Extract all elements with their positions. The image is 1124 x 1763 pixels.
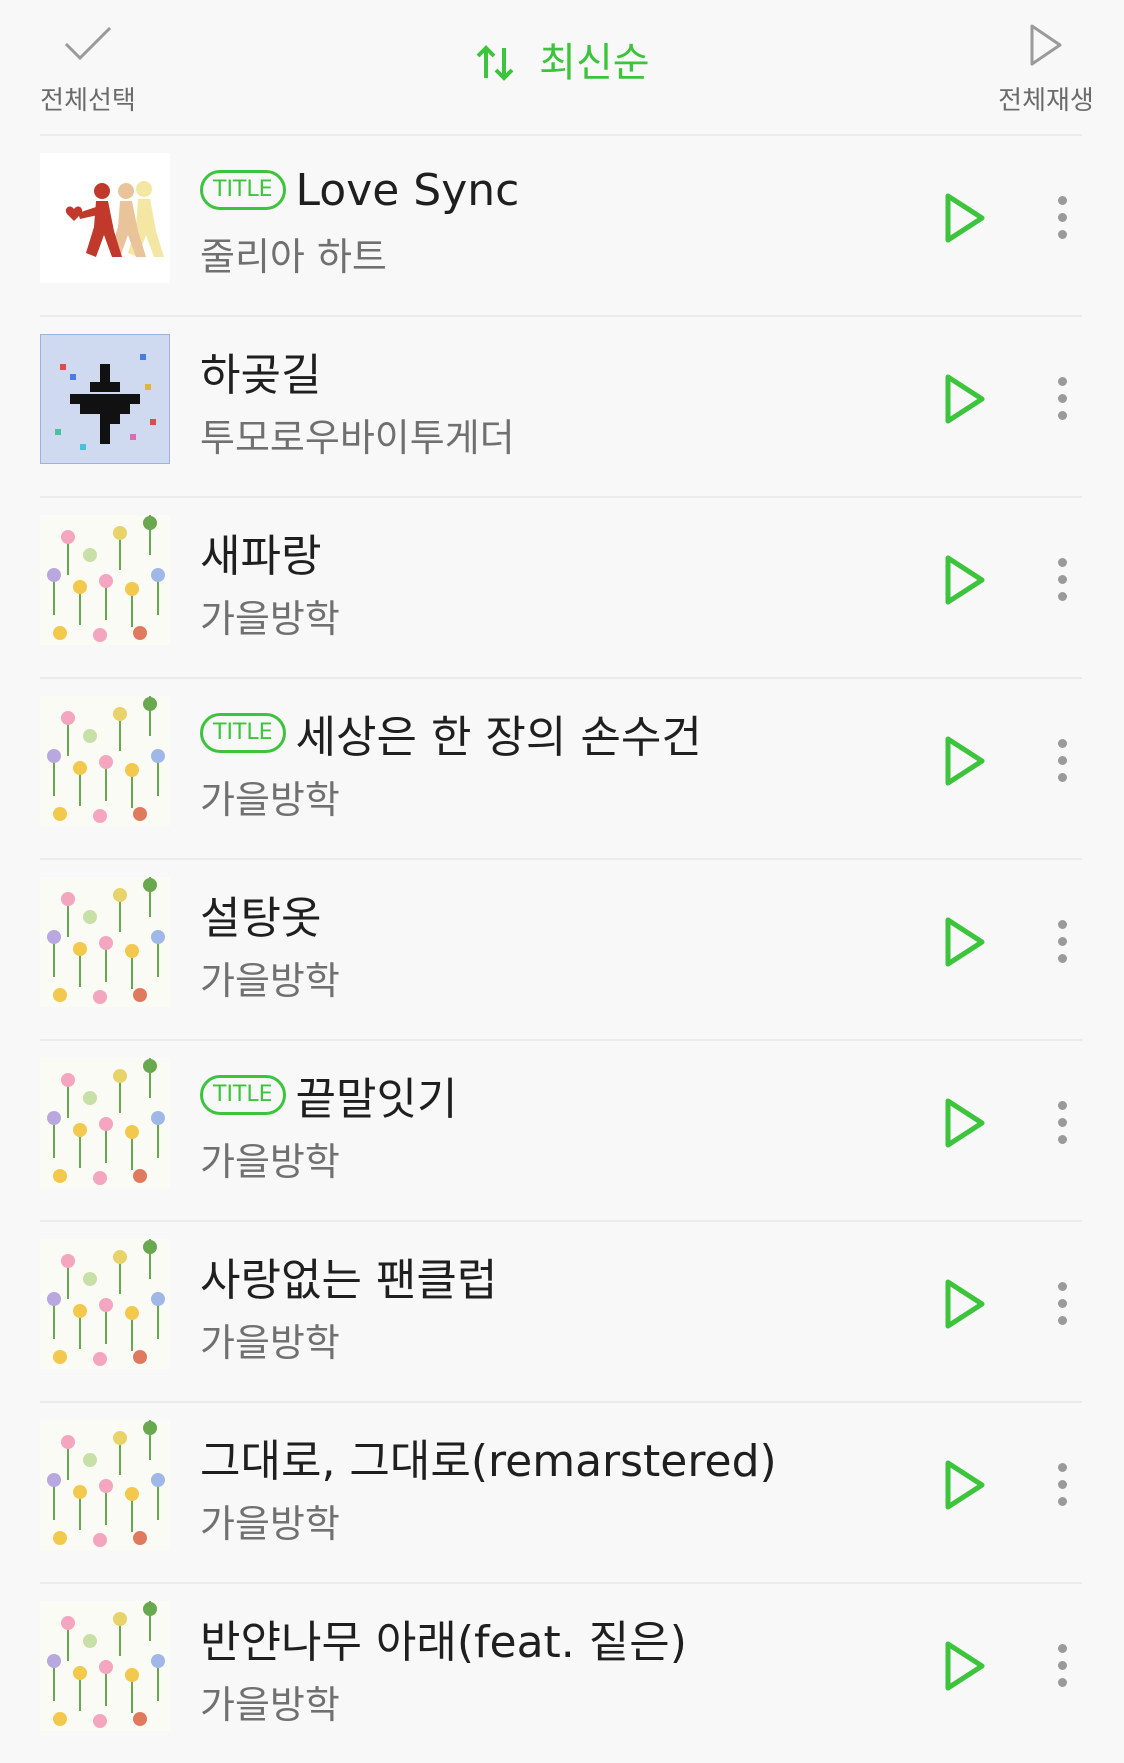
play-icon[interactable] [934,550,994,610]
album-art[interactable] [40,515,170,645]
track-info[interactable]: 새파랑가을방학 [200,522,912,643]
track-title: Love Sync [295,164,520,216]
track-info[interactable]: 하곶길투모로우바이투게더 [200,341,912,462]
more-options-icon[interactable] [1050,1282,1074,1328]
track-info[interactable]: TITLE Love Sync 줄리아 하트 [200,160,912,281]
more-options-icon[interactable] [1050,1644,1074,1690]
track-row[interactable]: 설탕옷가을방학 [40,858,1082,1039]
track-artist: 가을방학 [200,1321,340,1365]
more-options-icon[interactable] [1050,377,1074,423]
track-artist: 줄리아 하트 [200,235,387,279]
more-options-icon[interactable] [1050,1101,1074,1147]
play-all-button[interactable]: 전체재생 [986,22,1106,117]
sort-arrows-icon [474,40,539,86]
more-options-icon[interactable] [1050,920,1074,966]
track-title: 그대로, 그대로(remarstered) [200,1436,777,1487]
play-icon[interactable] [934,1636,994,1696]
play-icon[interactable] [934,912,994,972]
track-row[interactable]: 사랑없는 팬클럽가을방학 [40,1220,1082,1401]
album-art[interactable] [40,1239,170,1369]
track-title: 새파랑 [200,531,322,582]
title-badge: TITLE [200,713,286,753]
album-art[interactable] [40,1601,170,1731]
track-info[interactable]: TITLE 끝말잇기가을방학 [200,1065,912,1186]
album-art[interactable] [40,153,170,283]
album-art[interactable] [40,1058,170,1188]
track-info[interactable]: 그대로, 그대로(remarstered) 가을방학 [200,1427,912,1548]
album-art[interactable] [40,1420,170,1550]
more-options-icon[interactable] [1050,739,1074,785]
list-header: 전체선택 최신순 전체재생 [0,0,1124,134]
select-all-label: 전체선택 [40,86,136,116]
track-info[interactable]: 사랑없는 팬클럽가을방학 [200,1246,912,1367]
play-icon[interactable] [934,369,994,429]
more-options-icon[interactable] [1050,1463,1074,1509]
track-title: 설탕옷 [200,893,322,944]
play-icon[interactable] [934,1455,994,1515]
play-icon[interactable] [934,731,994,791]
play-all-label: 전체재생 [998,86,1094,116]
album-art[interactable] [40,877,170,1007]
track-artist: 가을방학 [200,778,340,822]
more-options-icon[interactable] [1050,196,1074,242]
sort-button[interactable]: 최신순 [0,30,1124,88]
play-icon[interactable] [934,1093,994,1153]
track-title: 세상은 한 장의 손수건 [295,712,702,763]
play-outline-icon [986,22,1106,74]
track-list: TITLE Love Sync 줄리아 하트 하곶길 투모로우바이투게더 새파랑 가을방학 T… [40,134,1082,1763]
album-art[interactable] [40,334,170,464]
track-row[interactable]: 하곶길투모로우바이투게더 [40,315,1082,496]
track-title: 사랑없는 팬클럽 [200,1255,498,1306]
track-row[interactable]: TITLE Love Sync 줄리아 하트 [40,134,1082,315]
track-info[interactable]: TITLE 세상은 한 장의 손수건가을방학 [200,703,912,824]
title-badge: TITLE [200,1075,286,1115]
track-artist: 가을방학 [200,597,340,641]
track-row[interactable]: 그대로, 그대로(remarstered) 가을방학 [40,1401,1082,1582]
track-row[interactable]: TITLE 세상은 한 장의 손수건가을방학 [40,677,1082,858]
track-row[interactable]: TITLE 끝말잇기가을방학 [40,1039,1082,1220]
track-info[interactable]: 반얀나무 아래(feat. 짙은) 가을방학 [200,1608,912,1729]
album-art[interactable] [40,696,170,826]
track-artist: 가을방학 [200,959,340,1003]
track-artist: 가을방학 [200,1140,340,1184]
track-row[interactable]: 반얀나무 아래(feat. 짙은) 가을방학 [40,1582,1082,1763]
track-info[interactable]: 설탕옷가을방학 [200,884,912,1005]
track-artist: 가을방학 [200,1502,340,1546]
play-icon[interactable] [934,188,994,248]
play-icon[interactable] [934,1274,994,1334]
track-row[interactable]: 새파랑가을방학 [40,496,1082,677]
more-options-icon[interactable] [1050,558,1074,604]
track-artist: 투모로우바이투게더 [200,416,515,460]
track-title: 반얀나무 아래(feat. 짙은) [200,1617,687,1668]
track-artist: 가을방학 [200,1683,340,1727]
track-title: 하곶길 [200,350,322,401]
title-badge: TITLE [200,170,286,210]
track-title: 끝말잇기 [295,1074,458,1125]
sort-label: 최신순 [539,40,650,86]
